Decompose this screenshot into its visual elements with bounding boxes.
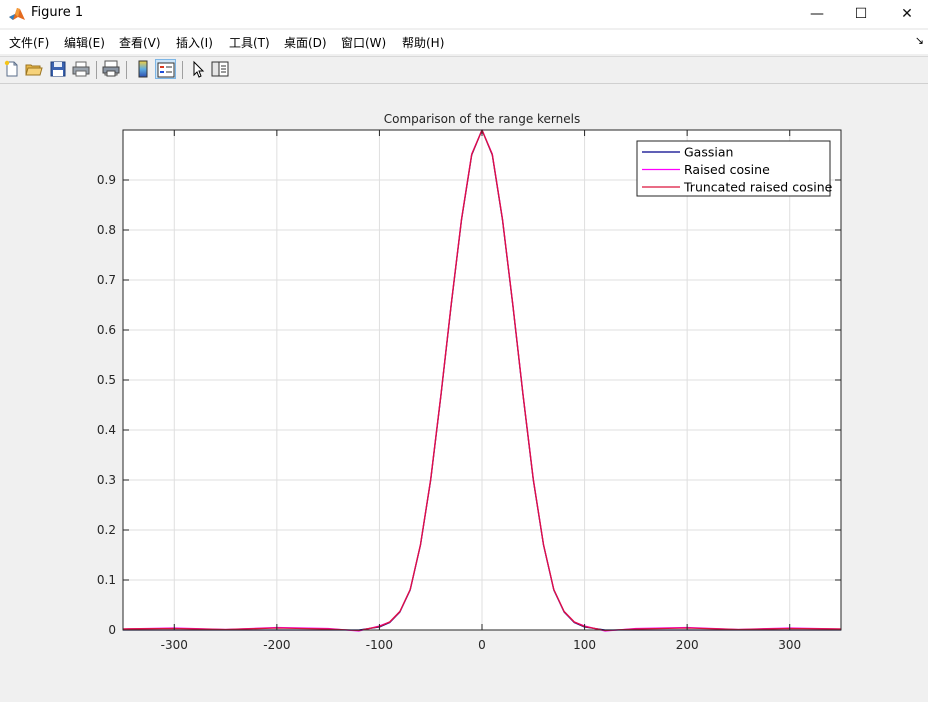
menu-desktop[interactable]: 桌面(D)	[284, 34, 327, 51]
legend-label-2: Raised cosine	[684, 162, 770, 177]
x-tick-label: 100	[573, 638, 596, 652]
menu-overflow-icon[interactable]: ↘	[915, 34, 924, 47]
toolbar-separator	[96, 61, 97, 79]
window-title: Figure 1	[31, 5, 84, 20]
menu-edit[interactable]: 编辑(E)	[64, 34, 105, 51]
toolbar-separator	[126, 61, 127, 79]
line-chart[interactable]: Comparison of the range kernels -300 -200…	[0, 84, 928, 698]
toolbar	[0, 56, 928, 84]
menu-file[interactable]: 文件(F)	[9, 34, 49, 51]
x-tick-label: 0	[478, 638, 486, 652]
menu-insert[interactable]: 插入(I)	[176, 34, 213, 51]
x-tick-label: 300	[778, 638, 801, 652]
new-figure-icon[interactable]	[3, 60, 21, 78]
menu-window[interactable]: 窗口(W)	[341, 34, 386, 51]
maximize-icon: ☐	[854, 6, 868, 22]
y-tick-label: 0.2	[97, 523, 116, 537]
colorbar-icon[interactable]	[134, 60, 152, 78]
minimize-button[interactable]: —	[794, 0, 840, 28]
menu-help[interactable]: 帮助(H)	[402, 34, 444, 51]
x-tick-label: -300	[161, 638, 188, 652]
print-icon[interactable]	[72, 60, 90, 78]
minimize-icon: —	[810, 6, 824, 22]
y-tick-label: 0.5	[97, 373, 116, 387]
property-editor-icon[interactable]	[211, 60, 229, 78]
menu-tools[interactable]: 工具(T)	[229, 34, 270, 51]
y-tick-label: 0.3	[97, 473, 116, 487]
x-tick-label: 200	[676, 638, 699, 652]
close-button[interactable]: ✕	[884, 0, 928, 28]
toolbar-separator	[182, 61, 183, 79]
menu-bar: 文件(F) 编辑(E) 查看(V) 插入(I) 工具(T) 桌面(D) 窗口(W…	[0, 30, 928, 54]
y-tick-label: 0.7	[97, 273, 116, 287]
y-tick-label: 0.4	[97, 423, 116, 437]
y-tick-label: 0.9	[97, 173, 116, 187]
x-tick-label: -100	[366, 638, 393, 652]
print-preview-icon[interactable]	[102, 60, 120, 78]
maximize-button[interactable]: ☐	[838, 0, 884, 28]
open-file-icon[interactable]	[25, 60, 43, 78]
menu-view[interactable]: 查看(V)	[119, 34, 161, 51]
legend[interactable]: Gassian Raised cosine Truncated raised cos…	[636, 140, 833, 197]
close-icon: ✕	[901, 6, 913, 22]
y-tick-label: 0	[108, 623, 116, 637]
x-tick-label: -200	[263, 638, 290, 652]
legend-label-3: Truncated raised cosine	[683, 180, 833, 195]
legend-button[interactable]	[155, 59, 176, 79]
y-tick-label: 0.6	[97, 323, 116, 337]
chart-title: Comparison of the range kernels	[384, 112, 580, 126]
figure-canvas: Comparison of the range kernels -300 -200…	[0, 84, 928, 698]
pointer-icon[interactable]	[189, 60, 207, 78]
y-tick-label: 0.1	[97, 573, 116, 587]
matlab-logo-icon	[9, 8, 25, 20]
title-bar: Figure 1 — ☐ ✕	[0, 0, 928, 28]
save-icon[interactable]	[49, 60, 67, 78]
legend-label-1: Gassian	[684, 145, 733, 160]
y-tick-label: 0.8	[97, 223, 116, 237]
legend-icon	[157, 62, 175, 78]
